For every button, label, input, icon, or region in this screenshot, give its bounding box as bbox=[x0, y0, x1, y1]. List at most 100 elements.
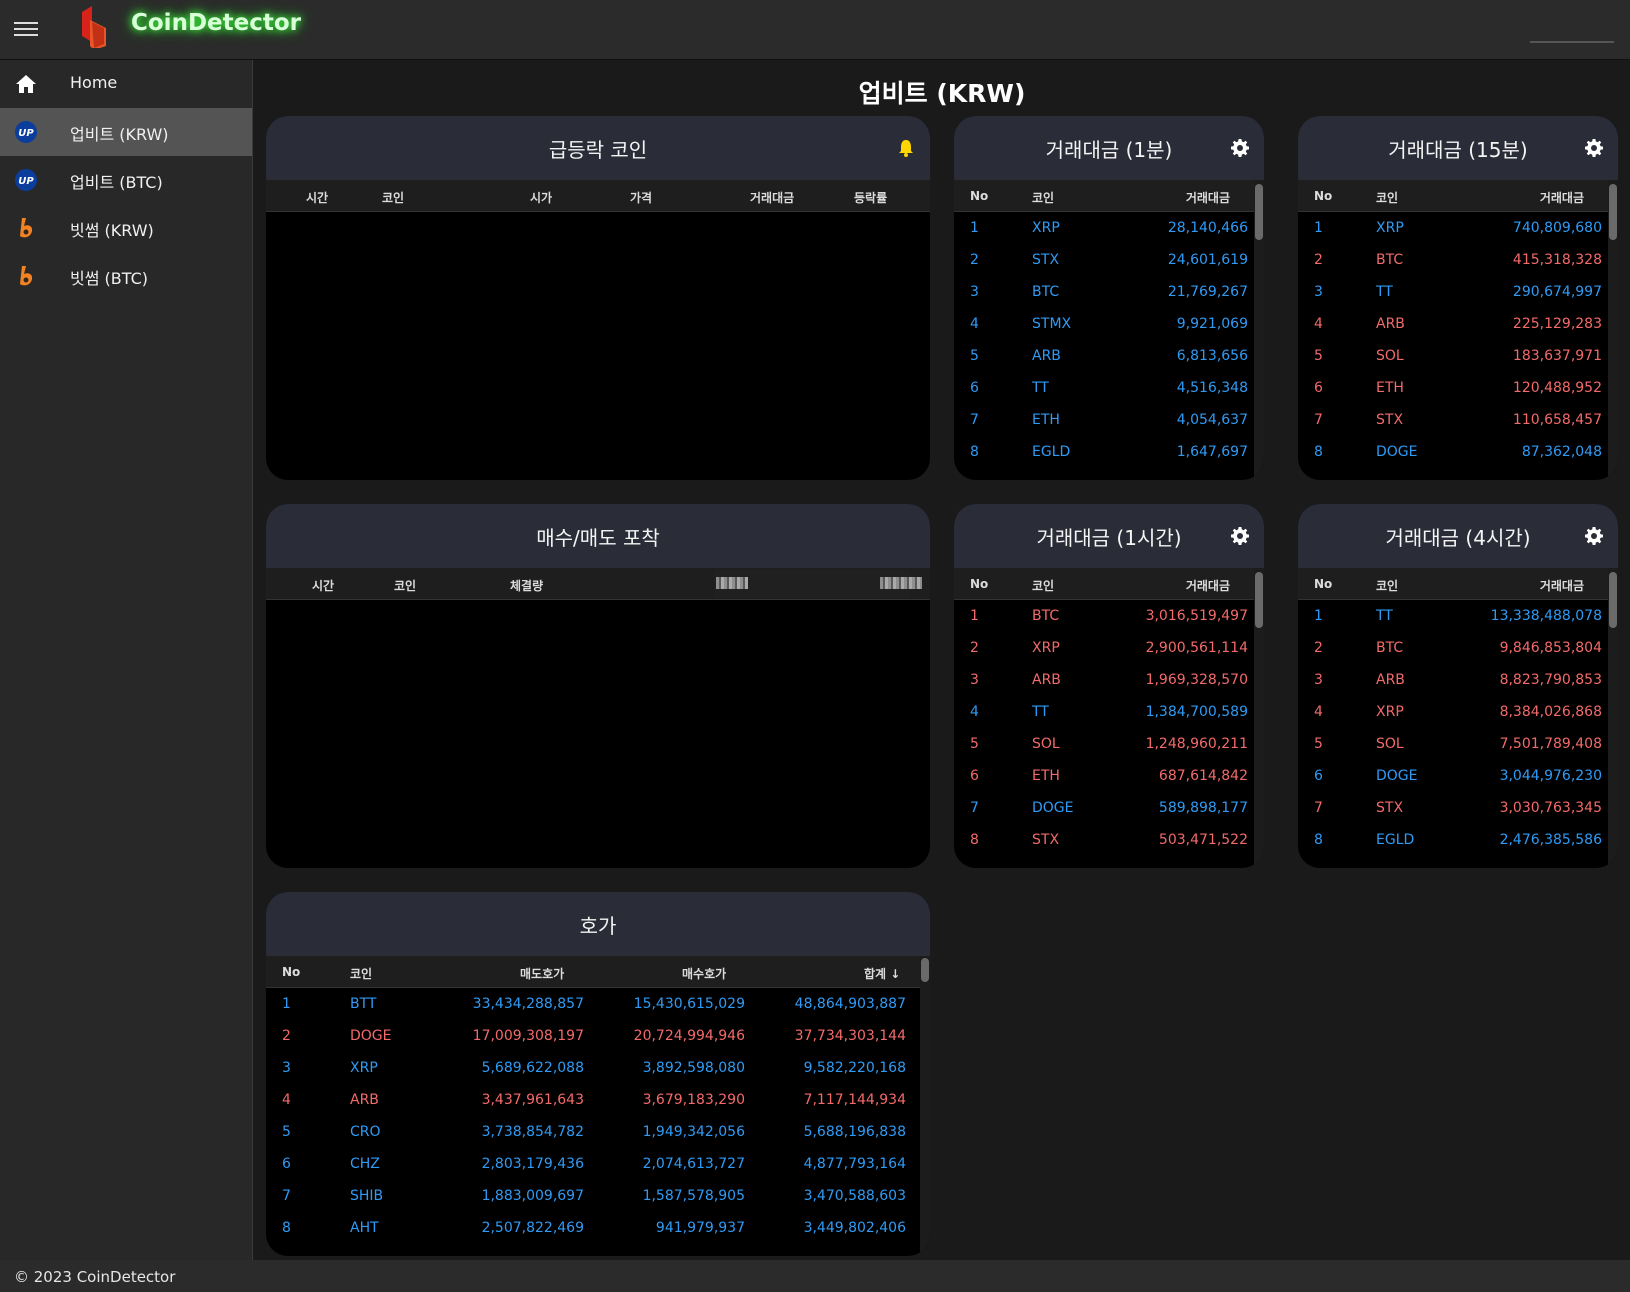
column-header[interactable]: No bbox=[970, 189, 988, 203]
trade-volume: 589,898,177 bbox=[1158, 800, 1248, 816]
panel-header: 거래대금 (4시간) bbox=[1298, 504, 1618, 568]
column-header[interactable]: No bbox=[1314, 577, 1332, 591]
column-header[interactable]: 코인 bbox=[382, 189, 404, 206]
column-header[interactable]: 거래대금 bbox=[1186, 577, 1230, 594]
brand-name[interactable]: CoinDetector bbox=[131, 10, 301, 36]
coin-symbol: EGLD bbox=[1376, 832, 1415, 848]
sidebar-item-bithumb-krw[interactable]: 빗썸 (KRW) bbox=[0, 204, 252, 252]
column-header[interactable]: 체결량 bbox=[510, 577, 543, 594]
table-row[interactable]: 3 ARB 1,969,328,570 bbox=[954, 664, 1264, 696]
coin-symbol: XRP bbox=[1032, 640, 1060, 656]
column-header[interactable]: 코인 bbox=[1376, 577, 1398, 594]
column-header[interactable]: 거래대금 bbox=[1540, 577, 1584, 594]
scrollbar-thumb[interactable] bbox=[1255, 572, 1263, 628]
scrollbar[interactable] bbox=[1254, 568, 1264, 868]
table-row[interactable]: 2 BTC 9,846,853,804 bbox=[1298, 632, 1618, 664]
column-header[interactable]: 코인 bbox=[394, 577, 416, 594]
menu-icon[interactable] bbox=[14, 18, 38, 38]
column-header[interactable]: 코인 bbox=[1376, 189, 1398, 206]
column-header[interactable]: 합계 ↓ bbox=[864, 965, 900, 982]
table-row[interactable]: 6 ETH 120,488,952 bbox=[1298, 372, 1618, 404]
table-row[interactable]: 8 AHT 2,507,822,469 941,979,937 3,449,802,40… bbox=[266, 1212, 930, 1244]
scrollbar-thumb[interactable] bbox=[921, 958, 929, 982]
table-row[interactable]: 8 STX 503,471,522 bbox=[954, 824, 1264, 856]
bell-icon[interactable] bbox=[896, 138, 916, 158]
table-row[interactable]: 2 STX 24,601,619 bbox=[954, 244, 1264, 276]
table-row[interactable]: 1 XRP 28,140,466 bbox=[954, 212, 1264, 244]
table-row[interactable]: 2 BTC 415,318,328 bbox=[1298, 244, 1618, 276]
table-row[interactable]: 5 CRO 3,738,854,782 1,949,342,056 5,688,196,… bbox=[266, 1116, 930, 1148]
table-row[interactable]: 3 ARB 8,823,790,853 bbox=[1298, 664, 1618, 696]
panel-header: 거래대금 (1분) bbox=[954, 116, 1264, 180]
column-header[interactable]: 시가 bbox=[530, 189, 552, 206]
table-row[interactable]: 4 XRP 8,384,026,868 bbox=[1298, 696, 1618, 728]
table-row[interactable]: 6 ETH 687,614,842 bbox=[954, 760, 1264, 792]
table-row[interactable]: 7 ETH 4,054,637 bbox=[954, 404, 1264, 436]
scrollbar[interactable] bbox=[1254, 180, 1264, 480]
table-row[interactable]: 4 STMX 9,921,069 bbox=[954, 308, 1264, 340]
table-row[interactable]: 8 EGLD 2,476,385,586 bbox=[1298, 824, 1618, 856]
table-row[interactable]: 1 TT 13,338,488,078 bbox=[1298, 600, 1618, 632]
column-header[interactable]: 거래대금 bbox=[1186, 189, 1230, 206]
column-header[interactable]: 시간 bbox=[306, 189, 328, 206]
table-row[interactable]: 1 BTT 33,434,288,857 15,430,615,029 48,864,9… bbox=[266, 988, 930, 1020]
rank: 4 bbox=[1314, 704, 1323, 720]
table-row[interactable]: 3 BTC 21,769,267 bbox=[954, 276, 1264, 308]
column-header[interactable]: 거래대금 bbox=[750, 189, 794, 206]
gear-icon[interactable] bbox=[1230, 138, 1250, 158]
scrollbar[interactable] bbox=[1608, 180, 1618, 480]
scrollbar[interactable] bbox=[920, 956, 930, 1256]
table-row[interactable]: 4 ARB 3,437,961,643 3,679,183,290 7,117,144,… bbox=[266, 1084, 930, 1116]
table-row[interactable]: 5 SOL 183,637,971 bbox=[1298, 340, 1618, 372]
gear-icon[interactable] bbox=[1584, 138, 1604, 158]
table-row[interactable]: 8 DOGE 87,362,048 bbox=[1298, 436, 1618, 468]
gear-icon[interactable] bbox=[1230, 526, 1250, 546]
sidebar-item-upbit-btc[interactable]: UP 업비트 (BTC) bbox=[0, 156, 252, 204]
rank: 5 bbox=[1314, 348, 1323, 364]
column-header[interactable]: 등락률 bbox=[854, 189, 887, 206]
bid-total: 20,724,994,946 bbox=[633, 1028, 745, 1044]
panel-title: 거래대금 (15분) bbox=[1388, 138, 1528, 162]
column-header[interactable]: 시간 bbox=[312, 577, 334, 594]
trade-volume: 21,769,267 bbox=[1167, 284, 1248, 300]
column-header[interactable]: 거래대금 bbox=[1540, 189, 1584, 206]
table-row[interactable]: 6 DOGE 3,044,976,230 bbox=[1298, 760, 1618, 792]
rank: 5 bbox=[970, 736, 979, 752]
column-header[interactable]: 코인 bbox=[350, 965, 372, 982]
table-row[interactable]: 5 ARB 6,813,656 bbox=[954, 340, 1264, 372]
table-row[interactable]: 2 DOGE 17,009,308,197 20,724,994,946 37,734,… bbox=[266, 1020, 930, 1052]
table-row[interactable]: 4 TT 1,384,700,589 bbox=[954, 696, 1264, 728]
gear-icon[interactable] bbox=[1584, 526, 1604, 546]
sidebar-item-home[interactable]: Home bbox=[0, 60, 252, 108]
column-header[interactable]: 매도호가 bbox=[520, 965, 564, 982]
table-row[interactable]: 5 SOL 1,248,960,211 bbox=[954, 728, 1264, 760]
table-row[interactable]: 3 XRP 5,689,622,088 3,892,598,080 9,582,220,… bbox=[266, 1052, 930, 1084]
table-row[interactable]: 1 BTC 3,016,519,497 bbox=[954, 600, 1264, 632]
table-row[interactable]: 1 XRP 740,809,680 bbox=[1298, 212, 1618, 244]
table-row[interactable]: 3 TT 290,674,997 bbox=[1298, 276, 1618, 308]
table-row[interactable]: 7 DOGE 589,898,177 bbox=[954, 792, 1264, 824]
table-row[interactable]: 8 EGLD 1,647,697 bbox=[954, 436, 1264, 468]
column-header[interactable]: No bbox=[970, 577, 988, 591]
scrollbar-thumb[interactable] bbox=[1255, 184, 1263, 240]
table-row[interactable]: 7 STX 3,030,763,345 bbox=[1298, 792, 1618, 824]
column-header[interactable]: No bbox=[282, 965, 300, 979]
top-app-bar: CoinDetector bbox=[0, 0, 1630, 60]
table-row[interactable]: 4 ARB 225,129,283 bbox=[1298, 308, 1618, 340]
table-row[interactable]: 5 SOL 7,501,789,408 bbox=[1298, 728, 1618, 760]
scrollbar-thumb[interactable] bbox=[1609, 184, 1617, 240]
sidebar-item-upbit-krw[interactable]: UP 업비트 (KRW) bbox=[0, 108, 252, 156]
table-row[interactable]: 6 TT 4,516,348 bbox=[954, 372, 1264, 404]
table-row[interactable]: 6 CHZ 2,803,179,436 2,074,613,727 4,877,793,… bbox=[266, 1148, 930, 1180]
column-header[interactable]: No bbox=[1314, 189, 1332, 203]
table-row[interactable]: 7 STX 110,658,457 bbox=[1298, 404, 1618, 436]
sidebar-item-bithumb-btc[interactable]: 빗썸 (BTC) bbox=[0, 252, 252, 300]
column-header[interactable]: 코인 bbox=[1032, 189, 1054, 206]
column-header[interactable]: 가격 bbox=[630, 189, 652, 206]
scrollbar-thumb[interactable] bbox=[1609, 572, 1617, 628]
scrollbar[interactable] bbox=[1608, 568, 1618, 868]
column-header[interactable]: 코인 bbox=[1032, 577, 1054, 594]
table-row[interactable]: 2 XRP 2,900,561,114 bbox=[954, 632, 1264, 664]
table-row[interactable]: 7 SHIB 1,883,009,697 1,587,578,905 3,470,588… bbox=[266, 1180, 930, 1212]
column-header[interactable]: 매수호가 bbox=[682, 965, 726, 982]
